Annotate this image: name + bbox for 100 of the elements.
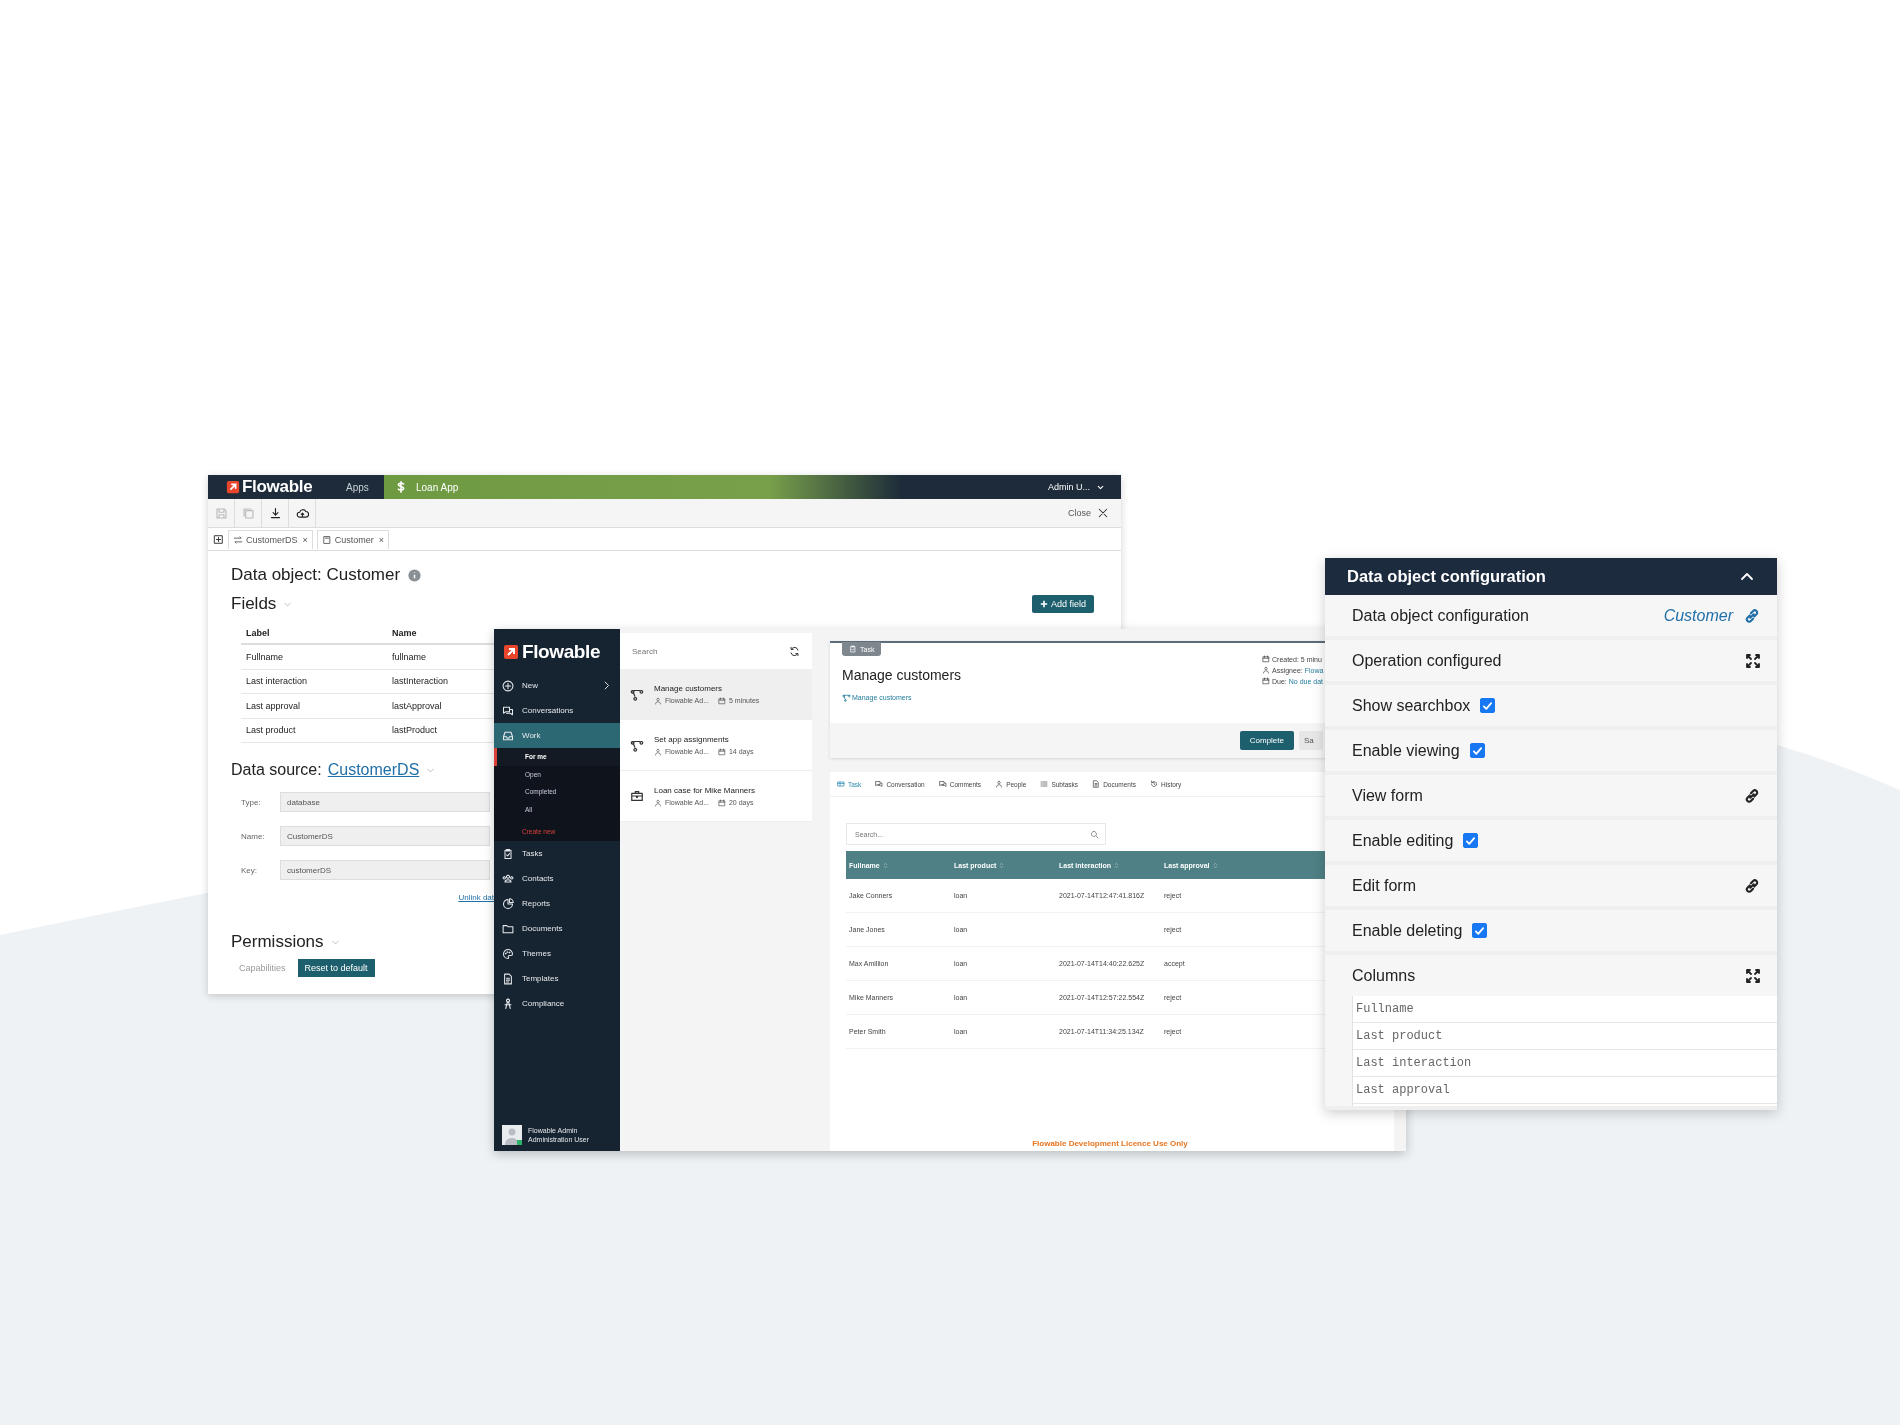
close-icon[interactable] [1097,507,1109,519]
list-icon [1040,780,1049,788]
link-icon[interactable] [1743,786,1761,805]
editor-tab[interactable]: Customer × [316,529,390,549]
expand-icon[interactable] [1745,967,1761,984]
section-heading: Fields [231,594,277,614]
setting-label: Show searchbox [1352,696,1471,715]
section-heading: Data source: [231,761,322,779]
chat-icon [938,780,947,788]
branch-icon [630,687,644,701]
person-icon [654,747,662,756]
data-source-link[interactable]: CustomerDS [327,761,420,779]
info-icon [408,568,422,582]
nav-item[interactable]: Contacts [494,866,620,891]
upload-icon [295,506,309,520]
refresh-icon[interactable] [789,645,800,657]
document-icon [1092,780,1101,788]
table-icon [837,780,845,788]
nav-item[interactable]: Conversations [494,698,620,723]
column-entry[interactable]: Last product [1353,1023,1777,1050]
table-cell-text: lastApproval [391,700,443,711]
nav-item[interactable]: Reports [494,891,620,916]
branch-icon [630,738,644,752]
nav-item[interactable]: Compliance [494,991,620,1016]
calendar-icon [717,747,726,756]
pie-chart-icon [502,897,514,910]
calendar-icon [1262,677,1270,685]
search-input[interactable]: Search [630,645,789,657]
licence-notice: Flowable Development Licence Use Only [1031,1139,1189,1150]
input-field[interactable]: CustomerDS [280,826,490,846]
nav-item[interactable]: Tasks [494,841,620,866]
swap-icon [233,534,243,545]
person-icon [1262,666,1270,674]
checkbox[interactable] [1469,743,1485,758]
field-label: Type: [240,797,262,807]
apps-link[interactable]: Apps [346,481,384,493]
setting-label: View form [1352,786,1423,805]
nav-item[interactable]: Themes [494,941,620,966]
column-entry[interactable]: Last approval [1353,1077,1777,1104]
column-entry[interactable]: Fullname [1353,996,1777,1023]
table-cell-text: Last product [245,725,297,736]
save-button[interactable]: Sa [1299,731,1323,750]
checkbox[interactable] [1472,923,1488,938]
panel-header: Data object configuration [1325,558,1777,595]
person-icon [654,798,662,807]
setting-label: Columns [1352,966,1416,985]
nav-item[interactable]: New [494,673,620,698]
save-icon [214,506,228,520]
history-icon [1150,780,1158,788]
setting-label: Edit form [1352,876,1416,895]
palette-icon [502,947,514,960]
add-field-button[interactable]: Add field [1031,595,1094,613]
person-icon [995,780,1004,788]
user-menu[interactable]: Admin U... [1048,482,1096,492]
table-cell-text: Last approval [245,700,302,711]
clipboard-icon [502,847,514,860]
calendar-icon [1262,655,1270,663]
field-label: Name: [240,831,266,841]
capabilities-label: Capabilities [239,963,286,973]
briefcase-icon [630,789,644,803]
nav-item[interactable]: Documents [494,916,620,941]
column-entry[interactable]: Last interaction [1353,1050,1777,1077]
task-title: Manage customers [842,667,963,683]
logo-text: Flowable [242,477,313,497]
calendar-icon [717,798,726,807]
unlink-link[interactable]: Unlink dat [458,892,494,902]
avatar [502,1125,522,1145]
nav-item[interactable]: Templates [494,966,620,991]
input-field[interactable]: customerDS [280,860,490,880]
sort-icon [1113,861,1121,869]
branch-icon [842,693,851,702]
reset-button[interactable]: Reset to default [297,959,375,977]
setting-label: Enable editing [1352,831,1454,850]
logo-icon [226,480,240,494]
column-header: Label [245,628,271,638]
person-icon [654,696,662,705]
checkbox[interactable] [1463,833,1479,848]
expand-icon[interactable] [1745,652,1761,669]
customer-link[interactable]: Customer [1663,606,1733,625]
table-cell-text: Last interaction [245,676,309,687]
plus-icon [1039,600,1048,608]
checkbox[interactable] [1480,698,1496,713]
inbox-icon [502,729,514,742]
table-cell-text: fullname [391,651,428,662]
table-cell-text: lastProduct [391,725,439,736]
editor-tab[interactable]: CustomerDS × [228,529,313,549]
field-label: Key: [240,865,258,875]
sort-icon [998,861,1006,869]
document-icon [502,972,514,985]
link-icon[interactable] [1743,876,1761,895]
clipboard-icon [849,645,857,653]
close-link[interactable]: Close [1068,508,1091,518]
input-field[interactable]: database [280,792,490,812]
nav-item[interactable]: Work [494,723,620,748]
people-icon [502,872,514,885]
search-icon [1090,829,1099,839]
setting-label: Enable deleting [1352,921,1463,940]
complete-button[interactable]: Complete [1239,731,1294,750]
setting-label: Data object configuration [1352,606,1529,625]
search-field[interactable]: Search [620,633,812,669]
